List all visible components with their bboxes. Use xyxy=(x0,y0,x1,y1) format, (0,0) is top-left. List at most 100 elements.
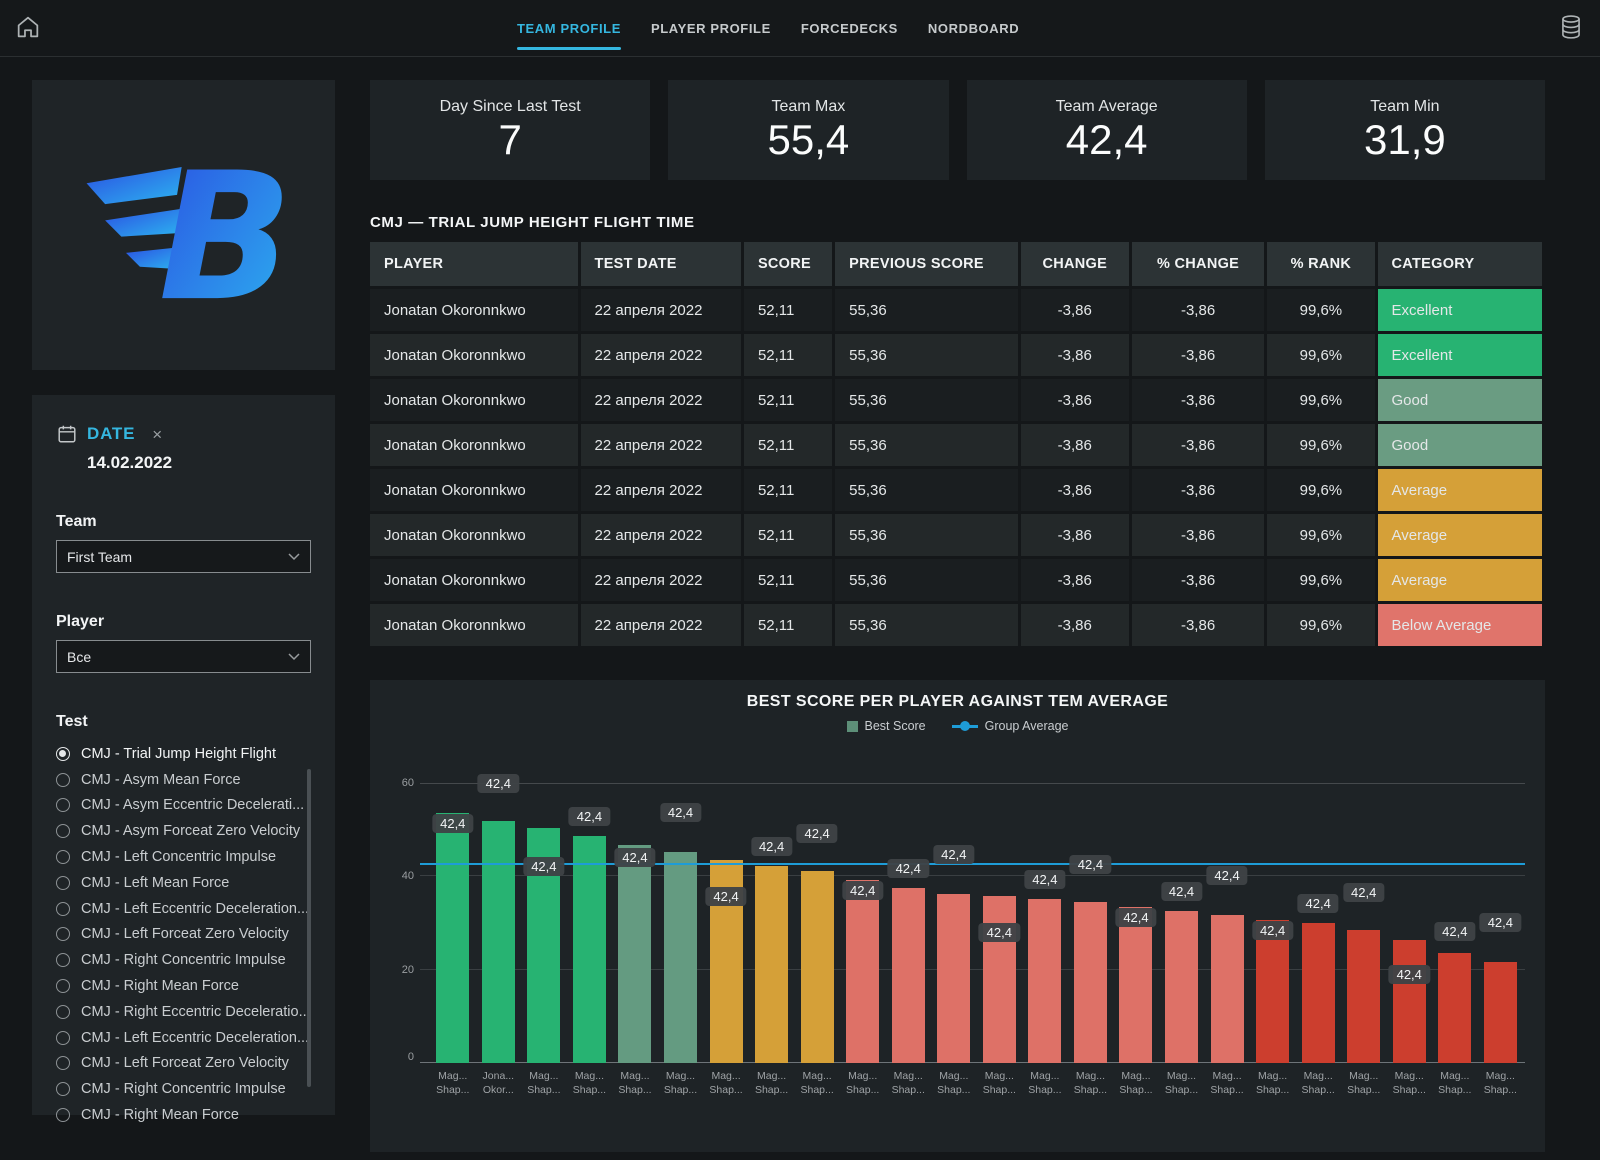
column-header-previous-score[interactable]: PREVIOUS SCORE xyxy=(835,242,1017,286)
test-list-scrollbar[interactable] xyxy=(307,769,311,1087)
test-option-4[interactable]: CMJ - Left Concentric Impulse xyxy=(56,844,311,870)
bar[interactable] xyxy=(664,852,697,1063)
cell-test_date[interactable]: 22 апреля 2022 xyxy=(581,559,741,601)
bar[interactable] xyxy=(1302,923,1335,1063)
cell-previous_score[interactable]: 55,36 xyxy=(835,604,1017,646)
column-header-score[interactable]: SCORE xyxy=(744,242,832,286)
cell-score[interactable]: 52,11 xyxy=(744,379,832,421)
cell-score[interactable]: 52,11 xyxy=(744,334,832,376)
test-option-11[interactable]: CMJ - Left Eccentric Deceleration... xyxy=(56,1025,311,1051)
cell-player[interactable]: Jonatan Okoronnkwo xyxy=(370,334,578,376)
test-option-1[interactable]: CMJ - Asym Mean Force xyxy=(56,767,311,793)
test-option-5[interactable]: CMJ - Left Mean Force xyxy=(56,870,311,896)
cell-test_date[interactable]: 22 апреля 2022 xyxy=(581,379,741,421)
cell-change[interactable]: -3,86 xyxy=(1021,289,1129,331)
cell-category[interactable]: Good xyxy=(1378,379,1542,421)
cell-category[interactable]: Average xyxy=(1378,514,1542,556)
test-option-8[interactable]: CMJ - Right Concentric Impulse xyxy=(56,947,311,973)
bar[interactable] xyxy=(937,894,970,1063)
column-header-player[interactable]: PLAYER xyxy=(370,242,578,286)
bar[interactable] xyxy=(1393,940,1426,1063)
test-option-3[interactable]: CMJ - Asym Forceat Zero Velocity xyxy=(56,818,311,844)
cell-change[interactable]: -3,86 xyxy=(1021,469,1129,511)
cell-change[interactable]: -3,86 xyxy=(1021,514,1129,556)
cell-change[interactable]: -3,86 xyxy=(1021,379,1129,421)
table-row[interactable]: Jonatan Okoronnkwo22 апреля 202252,1155,… xyxy=(370,469,1542,511)
cell-category[interactable]: Average xyxy=(1378,469,1542,511)
cell-change[interactable]: -3,86 xyxy=(1021,604,1129,646)
team-dropdown[interactable]: First Team xyxy=(56,540,311,573)
table-row[interactable]: Jonatan Okoronnkwo22 апреля 202252,1155,… xyxy=(370,514,1542,556)
cell-score[interactable]: 52,11 xyxy=(744,514,832,556)
cell-previous_score[interactable]: 55,36 xyxy=(835,514,1017,556)
table-row[interactable]: Jonatan Okoronnkwo22 апреля 202252,1155,… xyxy=(370,334,1542,376)
bar[interactable] xyxy=(983,896,1016,1063)
cell-pct_rank[interactable]: 99,6% xyxy=(1267,604,1374,646)
bar[interactable] xyxy=(1119,907,1152,1063)
bar[interactable] xyxy=(1256,920,1289,1063)
cell-test_date[interactable]: 22 апреля 2022 xyxy=(581,469,741,511)
cell-player[interactable]: Jonatan Okoronnkwo xyxy=(370,289,578,331)
column-header-change[interactable]: CHANGE xyxy=(1021,242,1129,286)
cell-pct_change[interactable]: -3,86 xyxy=(1132,559,1264,601)
bar[interactable] xyxy=(846,880,879,1063)
bar[interactable] xyxy=(573,836,606,1063)
bar[interactable] xyxy=(1347,930,1380,1063)
table-row[interactable]: Jonatan Okoronnkwo22 апреля 202252,1155,… xyxy=(370,604,1542,646)
cell-category[interactable]: Excellent xyxy=(1378,334,1542,376)
cell-score[interactable]: 52,11 xyxy=(744,559,832,601)
cell-pct_change[interactable]: -3,86 xyxy=(1132,604,1264,646)
bar[interactable] xyxy=(1484,962,1517,1063)
bar[interactable] xyxy=(1028,899,1061,1063)
cell-category[interactable]: Below Average xyxy=(1378,604,1542,646)
cell-pct_rank[interactable]: 99,6% xyxy=(1267,559,1374,601)
cell-previous_score[interactable]: 55,36 xyxy=(835,469,1017,511)
database-icon[interactable] xyxy=(1558,13,1584,41)
cell-player[interactable]: Jonatan Okoronnkwo xyxy=(370,514,578,556)
cell-pct_change[interactable]: -3,86 xyxy=(1132,289,1264,331)
cell-pct_change[interactable]: -3,86 xyxy=(1132,379,1264,421)
cell-pct_change[interactable]: -3,86 xyxy=(1132,469,1264,511)
bar[interactable] xyxy=(1165,911,1198,1063)
column-header-change[interactable]: % CHANGE xyxy=(1132,242,1264,286)
cell-player[interactable]: Jonatan Okoronnkwo xyxy=(370,469,578,511)
test-option-14[interactable]: CMJ - Right Mean Force xyxy=(56,1102,311,1128)
cell-test_date[interactable]: 22 апреля 2022 xyxy=(581,334,741,376)
cell-pct_rank[interactable]: 99,6% xyxy=(1267,289,1374,331)
table-row[interactable]: Jonatan Okoronnkwo22 апреля 202252,1155,… xyxy=(370,559,1542,601)
column-header-category[interactable]: CATEGORY xyxy=(1378,242,1542,286)
cell-previous_score[interactable]: 55,36 xyxy=(835,424,1017,466)
cell-score[interactable]: 52,11 xyxy=(744,469,832,511)
bar[interactable] xyxy=(1074,902,1107,1063)
cell-pct_rank[interactable]: 99,6% xyxy=(1267,334,1374,376)
column-header-rank[interactable]: % RANK xyxy=(1267,242,1374,286)
cell-player[interactable]: Jonatan Okoronnkwo xyxy=(370,379,578,421)
cell-player[interactable]: Jonatan Okoronnkwo xyxy=(370,559,578,601)
table-row[interactable]: Jonatan Okoronnkwo22 апреля 202252,1155,… xyxy=(370,424,1542,466)
cell-pct_rank[interactable]: 99,6% xyxy=(1267,424,1374,466)
cell-pct_rank[interactable]: 99,6% xyxy=(1267,379,1374,421)
test-option-13[interactable]: CMJ - Right Concentric Impulse xyxy=(56,1076,311,1102)
cell-score[interactable]: 52,11 xyxy=(744,604,832,646)
table-row[interactable]: Jonatan Okoronnkwo22 апреля 202252,1155,… xyxy=(370,289,1542,331)
legend-item-group-average[interactable]: Group Average xyxy=(952,719,1069,733)
column-header-test-date[interactable]: TEST DATE xyxy=(581,242,741,286)
tab-team-profile[interactable]: TEAM PROFILE xyxy=(517,0,621,56)
bar[interactable] xyxy=(892,888,925,1063)
cell-pct_change[interactable]: -3,86 xyxy=(1132,334,1264,376)
cell-change[interactable]: -3,86 xyxy=(1021,559,1129,601)
cell-pct_change[interactable]: -3,86 xyxy=(1132,514,1264,556)
test-option-12[interactable]: CMJ - Left Forceat Zero Velocity xyxy=(56,1051,311,1077)
test-option-7[interactable]: CMJ - Left Forceat Zero Velocity xyxy=(56,922,311,948)
tab-player-profile[interactable]: PLAYER PROFILE xyxy=(651,0,771,56)
bar[interactable] xyxy=(436,813,469,1063)
home-icon[interactable] xyxy=(14,13,42,41)
cell-player[interactable]: Jonatan Okoronnkwo xyxy=(370,424,578,466)
cell-previous_score[interactable]: 55,36 xyxy=(835,289,1017,331)
tab-forcedecks[interactable]: FORCEDECKS xyxy=(801,0,898,56)
cell-change[interactable]: -3,86 xyxy=(1021,424,1129,466)
cell-previous_score[interactable]: 55,36 xyxy=(835,559,1017,601)
cell-test_date[interactable]: 22 апреля 2022 xyxy=(581,514,741,556)
date-filter-close-icon[interactable]: × xyxy=(152,426,162,443)
cell-category[interactable]: Average xyxy=(1378,559,1542,601)
